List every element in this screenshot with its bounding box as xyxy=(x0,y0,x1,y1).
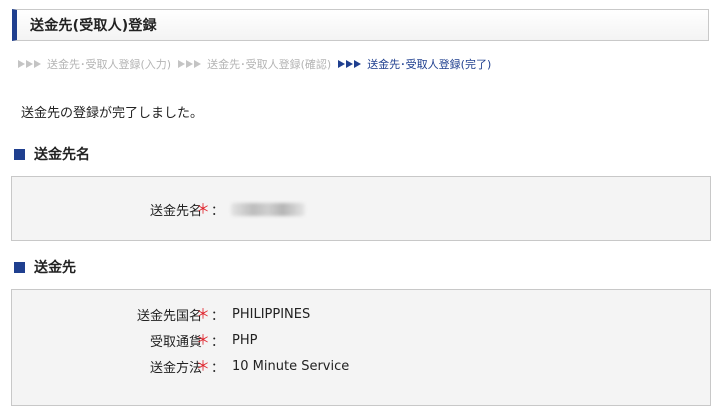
required-mark: ＊ xyxy=(196,359,210,375)
triple-arrow-icon xyxy=(338,60,362,68)
field-row-method: 送金方法 ＊ ： 10 Minute Service xyxy=(12,357,710,376)
step-label: 送金先･受取人登録(完了) xyxy=(367,58,492,71)
progress-steps: 送金先･受取人登録(入力) 送金先･受取人登録(確認) 送金先･受取人登録(完了… xyxy=(18,57,498,71)
page-title: 送金先(受取人)登録 xyxy=(30,18,157,34)
field-colon: ： xyxy=(211,334,225,350)
field-row-currency: 受取通貨 ＊ ： PHP xyxy=(12,331,710,350)
field-value: 10 Minute Service xyxy=(232,358,350,374)
step-label: 送金先･受取人登録(確認) xyxy=(207,58,332,71)
completion-message: 送金先の登録が完了しました。 xyxy=(21,106,204,121)
section-heading-label: 送金先名 xyxy=(34,147,90,163)
section-heading-destination: 送金先 xyxy=(14,259,76,276)
required-mark: ＊ xyxy=(196,307,210,323)
field-row-recipient-name: 送金先名 ＊ ： xyxy=(12,200,710,219)
step-complete: 送金先･受取人登録(完了) xyxy=(338,56,491,72)
triple-arrow-icon xyxy=(178,60,202,68)
field-value: PHILIPPINES xyxy=(232,306,311,322)
field-row-country: 送金先国名 ＊ ： PHILIPPINES xyxy=(12,305,710,324)
section-heading-label: 送金先 xyxy=(34,260,76,276)
section-heading-recipient-name: 送金先名 xyxy=(14,146,90,163)
recipient-name-panel: 送金先名 ＊ ： xyxy=(11,176,711,241)
square-bullet-icon xyxy=(14,261,25,273)
field-label: 送金先国名 xyxy=(136,308,202,324)
redacted-value xyxy=(231,203,305,216)
step-input: 送金先･受取人登録(入力) xyxy=(18,56,171,72)
destination-panel: 送金先国名 ＊ ： PHILIPPINES 受取通貨 ＊ ： PHP 送金方法 … xyxy=(11,289,711,406)
field-label: 送金方法 xyxy=(149,360,202,376)
field-value: PHP xyxy=(232,332,258,348)
triple-arrow-icon xyxy=(18,60,42,68)
page-header: 送金先(受取人)登録 xyxy=(12,9,709,41)
step-confirm: 送金先･受取人登録(確認) xyxy=(178,56,331,72)
field-label: 送金先名 xyxy=(149,203,202,219)
required-mark: ＊ xyxy=(196,333,210,349)
required-mark: ＊ xyxy=(196,202,210,218)
field-colon: ： xyxy=(211,203,225,219)
field-colon: ： xyxy=(211,360,225,376)
square-bullet-icon xyxy=(14,148,25,160)
step-label: 送金先･受取人登録(入力) xyxy=(47,58,172,71)
field-colon: ： xyxy=(211,308,225,324)
field-label: 受取通貨 xyxy=(149,334,202,350)
